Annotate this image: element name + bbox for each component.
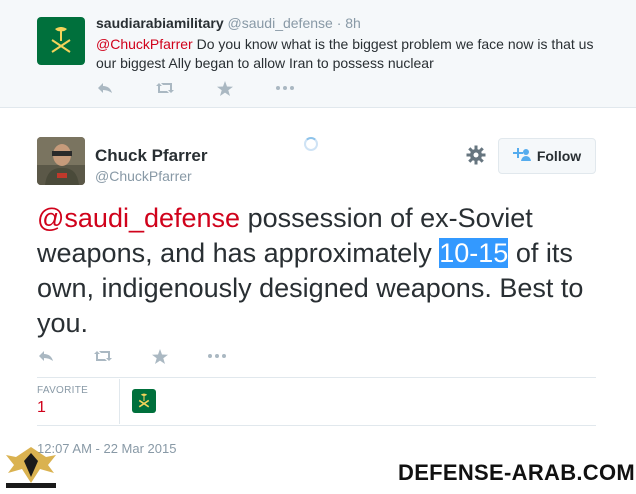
more-icon[interactable] [275,79,295,97]
selected-text-highlight: 10-15 [439,238,509,268]
watermark-logo [4,443,58,489]
reply-author-handle[interactable]: @saudi_defense [228,15,333,31]
meta-separator: · [336,15,342,31]
avatar[interactable] [37,17,85,65]
gear-icon[interactable] [464,143,488,167]
saudi-emblem-icon [138,393,150,408]
favorite-stat-count[interactable]: 1 [37,399,46,417]
reply-header: saudiarabiamilitary @saudi_defense · 8h [96,15,361,31]
stats-separator [119,379,120,424]
follow-user-icon [512,148,531,164]
tweet-mention-link[interactable]: @saudi_defense [37,203,240,233]
stats-divider-top [37,377,596,378]
retweet-icon[interactable] [93,347,113,365]
author-handle[interactable]: @ChuckPfarrer [95,168,192,184]
tweet-text: @saudi_defense possession of ex-Soviet w… [37,201,597,341]
follow-label: Follow [536,148,582,164]
reply-icon[interactable] [36,347,56,365]
saudi-emblem-icon [51,27,71,53]
favorite-icon[interactable] [215,79,235,97]
reply-icon[interactable] [95,79,115,97]
reply-text: @ChuckPfarrer Do you know what is the bi… [96,35,616,73]
favorite-stat-label: FAVORITE [37,385,89,396]
watermark-text: DEFENSE-ARAB.COM [398,460,636,485]
tweet-action-bar [36,347,264,365]
more-icon[interactable] [207,347,227,365]
retweet-icon[interactable] [155,79,175,97]
author-name[interactable]: Chuck Pfarrer [95,146,207,166]
reply-action-bar [95,79,335,97]
favoriter-avatar[interactable] [132,389,156,413]
favorite-icon[interactable] [150,347,170,365]
reply-tweet[interactable]: saudiarabiamilitary @saudi_defense · 8h … [0,0,636,108]
reply-mention-link[interactable]: @ChuckPfarrer [96,36,193,52]
author-photo [37,137,85,185]
reply-author-name[interactable]: saudiarabiamilitary [96,15,224,31]
author-avatar[interactable] [37,137,85,185]
follow-button[interactable]: Follow [498,138,596,174]
stats-divider-bottom [37,425,596,426]
reply-time[interactable]: 8h [345,15,361,31]
loading-spinner-icon [304,137,318,151]
